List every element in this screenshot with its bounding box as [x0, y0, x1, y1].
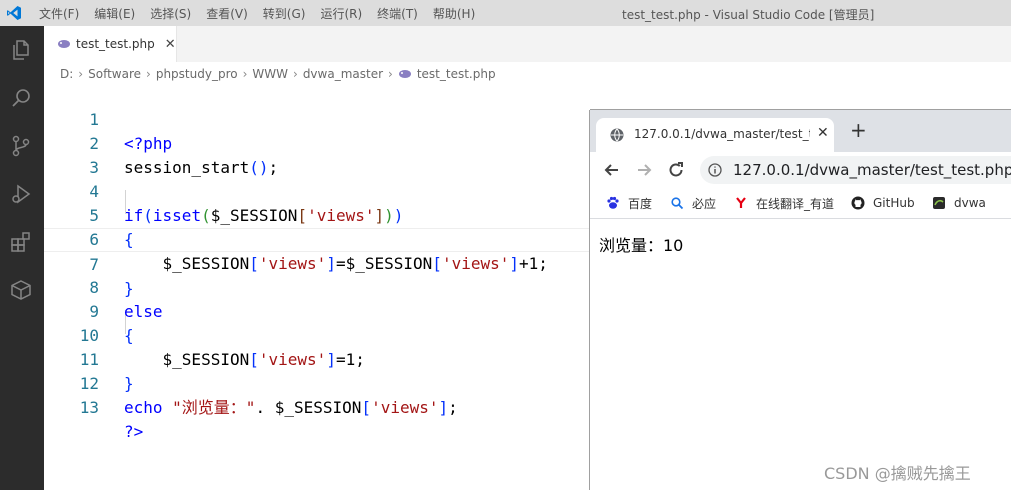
- bookmark-label: GitHub: [873, 196, 915, 210]
- menu-terminal[interactable]: 终端(T): [377, 5, 418, 22]
- line-number: 13: [79, 398, 99, 417]
- search-icon[interactable]: [9, 86, 33, 110]
- breadcrumb-separator: ›: [146, 67, 151, 81]
- url-text: 127.0.0.1/dvwa_master/test_test.php: [733, 161, 1011, 179]
- menu-selection[interactable]: 选择(S): [150, 5, 191, 22]
- menu-edit[interactable]: 编辑(E): [94, 5, 135, 22]
- browser-toolbar: 127.0.0.1/dvwa_master/test_test.php: [590, 152, 1011, 188]
- vscode-logo-icon: [7, 6, 21, 20]
- bookmark-github[interactable]: GitHub: [851, 194, 915, 212]
- menu-go[interactable]: 转到(G): [263, 5, 306, 22]
- menu-bar: 文件(F) 编辑(E) 选择(S) 查看(V) 转到(G) 运行(R) 终端(T…: [39, 0, 490, 26]
- bookmark-bing[interactable]: 必应: [670, 194, 716, 212]
- new-tab-button[interactable]: +: [850, 120, 867, 140]
- breadcrumb-file[interactable]: test_test.php: [417, 67, 496, 81]
- breadcrumb: D: › Software › phpstudy_pro › WWW › dvw…: [60, 66, 496, 82]
- view-count-text: 浏览量：10: [599, 236, 684, 255]
- activity-bar: [0, 26, 44, 490]
- breadcrumb-separator: ›: [293, 67, 298, 81]
- browser-page-content: 浏览量：10: [590, 219, 1011, 490]
- line-text: echo "浏览量：". $_SESSION['views'];: [124, 398, 458, 417]
- browser-tab[interactable]: 127.0.0.1/dvwa_master/test_test.php ✕: [596, 118, 834, 152]
- address-bar[interactable]: 127.0.0.1/dvwa_master/test_test.php: [700, 156, 1011, 184]
- editor-tab-bar: test_test.php ✕: [44, 26, 1011, 62]
- breadcrumb-drive[interactable]: D:: [60, 67, 73, 81]
- breadcrumb-software[interactable]: Software: [88, 67, 141, 81]
- breadcrumb-dvwa-master[interactable]: dvwa_master: [303, 67, 383, 81]
- browser-window: 127.0.0.1/dvwa_master/test_test.php ✕ + …: [590, 110, 1011, 490]
- bookmark-label: 百度: [628, 196, 653, 211]
- bookmark-youdao[interactable]: 在线翻译_有道: [734, 194, 834, 212]
- bookmark-label: 必应: [692, 196, 717, 211]
- menu-run[interactable]: 运行(R): [320, 5, 362, 22]
- line-text: ?>: [124, 422, 144, 441]
- close-icon[interactable]: ✕: [165, 37, 176, 52]
- window-title: test_test.php - Visual Studio Code [管理员]: [622, 8, 875, 22]
- breadcrumb-phpstudy[interactable]: phpstudy_pro: [156, 67, 238, 81]
- tab-test-test-php[interactable]: test_test.php ✕: [44, 26, 177, 62]
- breadcrumb-separator: ›: [388, 67, 393, 81]
- forward-arrow-icon[interactable]: [634, 160, 654, 180]
- title-bar: 文件(F) 编辑(E) 选择(S) 查看(V) 转到(G) 运行(R) 终端(T…: [0, 0, 1011, 26]
- code-line[interactable]: 1 <?php: [44, 84, 1011, 153]
- search-icon: [671, 197, 684, 210]
- run-debug-icon[interactable]: [9, 182, 33, 206]
- menu-file[interactable]: 文件(F): [39, 5, 79, 22]
- browser-tab-strip: 127.0.0.1/dvwa_master/test_test.php ✕ +: [590, 110, 1011, 152]
- info-icon[interactable]: [708, 163, 722, 177]
- menu-view[interactable]: 查看(V): [206, 5, 248, 22]
- browser-tab-title: 127.0.0.1/dvwa_master/test_test.php: [634, 127, 810, 141]
- back-arrow-icon[interactable]: [602, 160, 622, 180]
- source-control-icon[interactable]: [9, 134, 33, 158]
- close-icon[interactable]: ✕: [817, 125, 829, 141]
- bookmark-baidu[interactable]: 百度: [606, 194, 652, 212]
- tab-label: test_test.php: [76, 37, 155, 51]
- bookmark-label: 在线翻译_有道: [756, 196, 835, 211]
- breadcrumb-separator: ›: [78, 67, 84, 81]
- reload-icon[interactable]: [666, 160, 686, 180]
- breadcrumb-www[interactable]: WWW: [252, 67, 288, 81]
- dvwa-icon: [933, 197, 945, 209]
- php-elephant-icon: [58, 40, 70, 48]
- box-icon[interactable]: [9, 278, 33, 302]
- php-elephant-icon: [398, 70, 411, 78]
- watermark: CSDN @擒贼先擒王: [824, 464, 971, 483]
- extensions-icon[interactable]: [9, 230, 33, 254]
- bookmark-dvwa[interactable]: dvwa: [932, 194, 986, 212]
- baidu-paw-icon: [607, 196, 619, 209]
- youdao-icon: [736, 197, 746, 208]
- menu-help[interactable]: 帮助(H): [433, 5, 475, 22]
- github-icon: [851, 196, 865, 210]
- breadcrumb-separator: ›: [242, 67, 248, 81]
- explorer-icon[interactable]: [9, 38, 33, 62]
- bookmarks-bar: 百度 必应 在线翻译_有道 GitHub dvwa: [590, 188, 1011, 219]
- globe-icon: [610, 128, 624, 142]
- bookmark-label: dvwa: [954, 196, 986, 210]
